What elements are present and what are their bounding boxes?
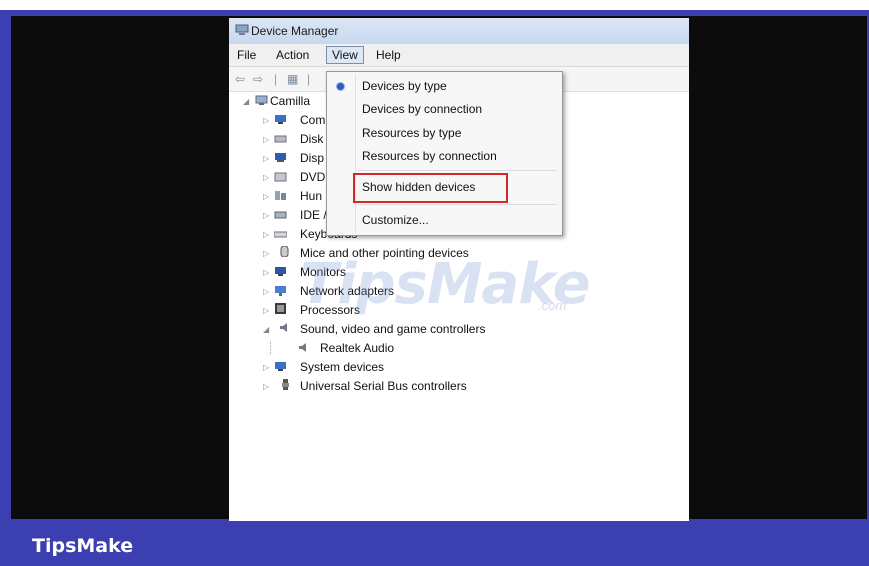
speaker-icon (280, 323, 287, 332)
properties-grid-icon[interactable]: ▦ (287, 72, 298, 86)
tree-item-system-devices[interactable]: System devices (300, 358, 384, 376)
menu-help[interactable]: Help (376, 48, 401, 62)
network-adapter-icon (275, 286, 286, 296)
tree-item-ide[interactable]: IDE / (300, 206, 327, 224)
tree-item-realtek-audio[interactable]: Realtek Audio (320, 339, 394, 357)
monitor-icon (275, 267, 286, 276)
collapsed-arrow-icon[interactable]: ▷ (263, 154, 269, 163)
forward-arrow-icon[interactable]: ⇨ (253, 72, 263, 86)
expand-arrow-icon[interactable]: ◢ (243, 97, 249, 106)
menu-file[interactable]: File (237, 48, 256, 62)
collapsed-arrow-icon[interactable]: ▷ (263, 135, 269, 144)
collapsed-arrow-icon[interactable]: ▷ (263, 173, 269, 182)
collapsed-arrow-icon[interactable]: ▷ (263, 192, 269, 201)
tree-item-disk-drives[interactable]: Disk (300, 130, 323, 148)
collapsed-arrow-icon[interactable]: ▷ (263, 230, 269, 239)
menu-item-resources-by-connection[interactable]: Resources by connection (362, 149, 497, 163)
tree-item-usb-controllers[interactable]: Universal Serial Bus controllers (300, 377, 467, 395)
collapsed-arrow-icon[interactable]: ▷ (263, 382, 269, 391)
tree-item-sound-video[interactable]: Sound, video and game controllers (300, 320, 485, 338)
tree-item-display-adapters[interactable]: Disp (300, 149, 324, 167)
menu-separator (357, 204, 557, 205)
usb-icon (282, 379, 289, 390)
dvd-drive-icon (274, 172, 287, 182)
tree-item-human-interface[interactable]: Hun (300, 187, 322, 205)
hid-icon (275, 191, 286, 200)
collapsed-arrow-icon[interactable]: ▷ (263, 211, 269, 220)
mouse-icon (280, 246, 289, 257)
menu-view[interactable]: View (326, 46, 364, 64)
collapsed-arrow-icon[interactable]: ▷ (263, 306, 269, 315)
tree-item-computer[interactable]: Com (300, 111, 325, 129)
menu-action[interactable]: Action (276, 48, 309, 62)
top-margin (0, 0, 869, 10)
collapsed-arrow-icon[interactable]: ▷ (263, 363, 269, 372)
tree-connector: ┊ (267, 341, 275, 355)
speaker-icon (299, 343, 306, 352)
collapsed-arrow-icon[interactable]: ▷ (263, 268, 269, 277)
ide-controller-icon (274, 211, 287, 219)
menu-item-devices-by-type[interactable]: Devices by type (362, 79, 447, 93)
device-manager-icon (235, 24, 249, 35)
menu-item-resources-by-type[interactable]: Resources by type (362, 126, 461, 140)
title-bar: Device Manager (229, 18, 689, 44)
tree-item-dvd-drives[interactable]: DVD (300, 168, 325, 186)
collapsed-arrow-icon[interactable]: ▷ (263, 116, 269, 125)
back-arrow-icon[interactable]: ⇦ (235, 72, 245, 86)
window-title: Device Manager (251, 24, 339, 38)
processor-icon (275, 303, 286, 314)
computer-icon (255, 95, 268, 105)
view-dropdown-menu: Devices by type Devices by connection Re… (326, 71, 563, 236)
toolbar-separator: | (274, 72, 278, 86)
menu-item-devices-by-connection[interactable]: Devices by connection (362, 102, 482, 116)
system-devices-icon (275, 362, 286, 371)
radio-selected-icon (336, 82, 345, 91)
display-adapter-icon (275, 153, 286, 162)
menu-gutter (355, 74, 356, 231)
collapsed-arrow-icon[interactable]: ▷ (263, 287, 269, 296)
menu-bar: File Action View Help (229, 44, 689, 67)
collapsed-arrow-icon[interactable]: ▷ (263, 249, 269, 258)
tree-root-computer[interactable]: Camilla (270, 92, 310, 110)
toolbar-separator: | (307, 72, 311, 86)
keyboard-icon (274, 231, 287, 238)
computer-icon (275, 115, 286, 124)
highlight-box (353, 173, 508, 203)
expand-arrow-icon[interactable]: ◢ (263, 325, 269, 334)
disk-drive-icon (274, 135, 287, 143)
menu-separator (357, 170, 557, 171)
menu-item-customize[interactable]: Customize... (362, 213, 429, 227)
watermark-suffix: .com (538, 298, 567, 313)
brand-logo: TipsMake (32, 535, 134, 557)
